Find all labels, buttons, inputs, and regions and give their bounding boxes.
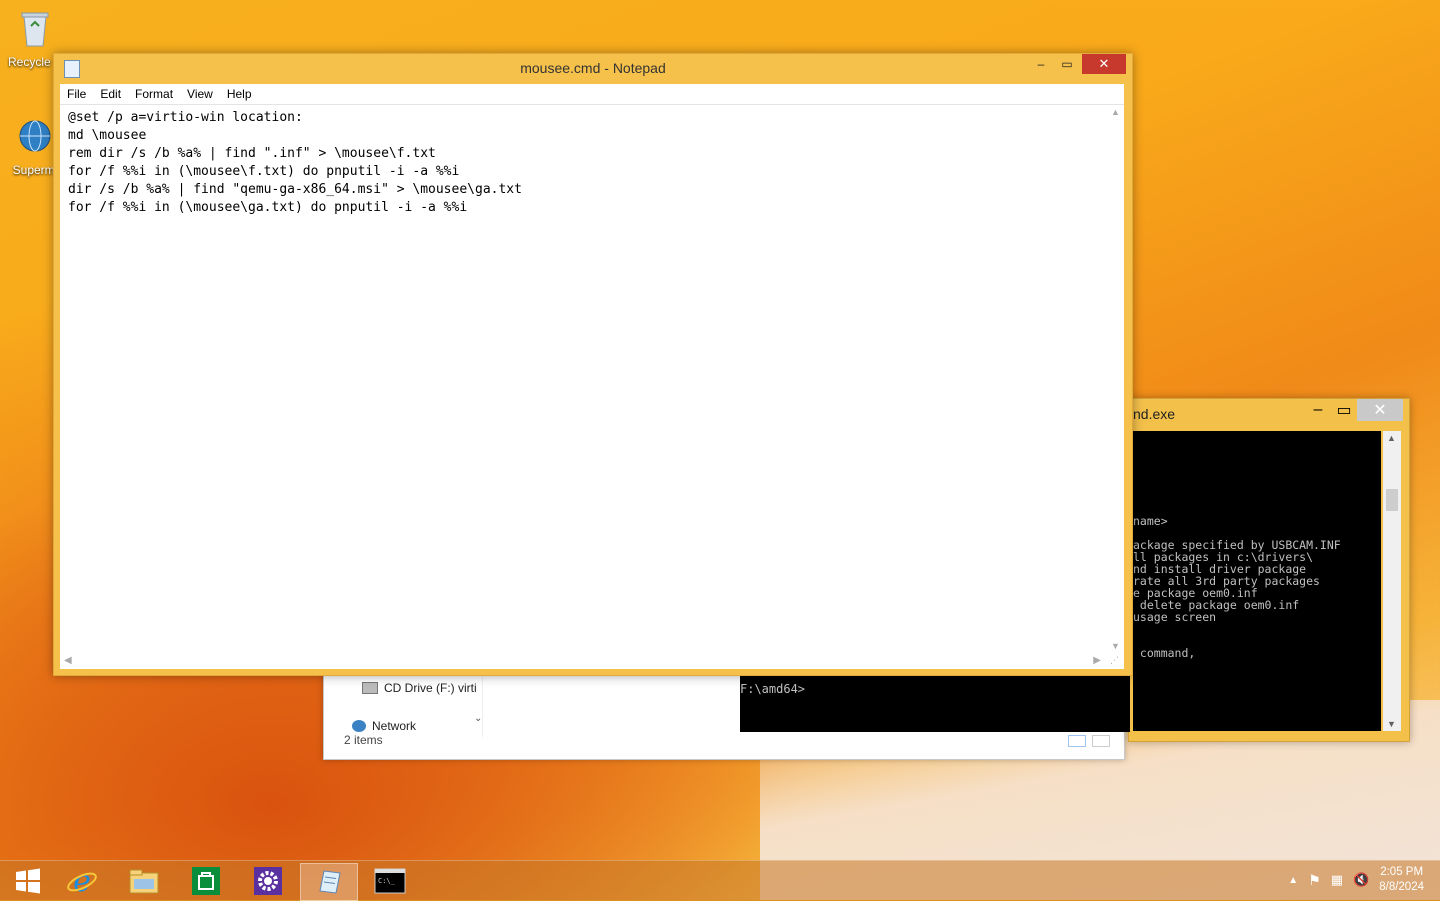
svg-text:C:\_: C:\_ — [378, 877, 396, 885]
start-button[interactable] — [0, 863, 56, 899]
notepad-icon — [319, 870, 341, 894]
maximize-icon: ▭ — [1336, 402, 1352, 419]
scroll-down-icon[interactable]: ▼ — [1387, 719, 1396, 729]
store-icon — [192, 867, 220, 895]
close-button[interactable]: ✕ — [1082, 54, 1126, 74]
console-line: command, — [1133, 646, 1196, 660]
console-output-lower[interactable]: F:\amd64> — [740, 674, 1130, 732]
taskbar-notepad[interactable] — [300, 863, 358, 901]
folder-icon — [129, 869, 159, 894]
maximize-button[interactable]: ▭ — [1331, 399, 1357, 421]
flag-icon[interactable]: ⚑ — [1308, 872, 1321, 889]
close-button[interactable]: ✕ — [1357, 399, 1403, 421]
menu-format[interactable]: Format — [128, 87, 180, 101]
minimize-icon: – — [1313, 401, 1323, 418]
windows-logo-icon — [16, 868, 40, 894]
window-title: mousee.cmd - Notepad — [520, 60, 666, 76]
system-tray: ▲ ⚑ ▦ 🔇 2:05 PM 8/8/2024 — [1288, 865, 1424, 895]
network-tray-icon[interactable]: ▦ — [1331, 872, 1343, 888]
editor-content[interactable]: @set /p a=virtio-win location: md \mouse… — [68, 109, 522, 217]
notepad-window[interactable]: mousee.cmd - Notepad – ▭ ✕ File Edit For… — [53, 53, 1133, 676]
maximize-button[interactable]: ▭ — [1054, 54, 1080, 74]
scroll-up-icon[interactable]: ▲ — [1111, 107, 1120, 117]
console-line: usage screen — [1133, 610, 1217, 624]
text-editor[interactable]: @set /p a=virtio-win location: md \mouse… — [60, 104, 1124, 669]
network-icon — [352, 720, 366, 732]
taskbar-internet-explorer[interactable]: e — [54, 863, 110, 899]
scroll-left-icon[interactable]: ◀ — [64, 655, 72, 666]
volume-muted-icon[interactable]: 🔇 — [1353, 872, 1369, 888]
window-title: nd.exe — [1133, 406, 1176, 422]
clock-time: 2:05 PM — [1380, 866, 1424, 878]
minimize-icon: – — [1037, 57, 1045, 71]
globe-icon — [19, 120, 51, 152]
close-icon: ✕ — [1373, 402, 1387, 419]
chevron-down-icon[interactable]: ⌄ — [474, 713, 482, 724]
gear-icon — [254, 867, 282, 895]
details-view-icon[interactable] — [1068, 735, 1086, 747]
horizontal-scrollbar[interactable]: ◀ ▶ — [60, 653, 1107, 669]
menu-help[interactable]: Help — [220, 87, 259, 101]
internet-explorer-icon: e — [67, 865, 97, 897]
command-prompt-window[interactable]: nd.exe – ▭ ✕ name> ackage specified by U… — [1128, 398, 1410, 742]
view-toggle[interactable] — [1068, 735, 1110, 747]
taskbar: e C:\_ ▲ ⚑ ▦ 🔇 2:05 PM 8/8/2024 — [0, 860, 1440, 901]
minimize-button[interactable]: – — [1305, 399, 1331, 421]
menu-edit[interactable]: Edit — [93, 87, 128, 101]
command-prompt-icon: C:\_ — [374, 868, 406, 894]
resize-grip-icon[interactable]: ⋰ — [1110, 655, 1122, 667]
close-icon: ✕ — [1098, 56, 1110, 71]
nav-item-label: Network — [372, 719, 417, 733]
taskbar-command-prompt[interactable]: C:\_ — [362, 863, 418, 899]
clock[interactable]: 2:05 PM 8/8/2024 — [1379, 865, 1424, 895]
minimize-button[interactable]: – — [1028, 54, 1054, 74]
scroll-down-icon[interactable]: ▼ — [1111, 641, 1120, 651]
navigation-pane[interactable]: CD Drive (F:) virti Network — [332, 677, 483, 737]
clock-date: 8/8/2024 — [1379, 881, 1424, 893]
taskbar-control-panel[interactable] — [240, 863, 296, 899]
show-hidden-icons-icon[interactable]: ▲ — [1288, 875, 1298, 886]
console-prompt: F:\amd64> — [740, 682, 806, 696]
taskbar-store[interactable] — [178, 863, 234, 899]
console-line: name> — [1133, 514, 1168, 528]
console-scrollbar[interactable]: ▲ ▼ — [1383, 431, 1401, 731]
scroll-right-icon[interactable]: ▶ — [1093, 655, 1101, 666]
tiles-view-icon[interactable] — [1092, 735, 1110, 747]
scrollbar-thumb[interactable] — [1386, 489, 1398, 511]
menu-view[interactable]: View — [180, 87, 220, 101]
vertical-scrollbar[interactable]: ▲ ▼ — [1107, 105, 1124, 653]
svg-text:e: e — [73, 865, 91, 897]
cd-drive-icon — [362, 682, 378, 694]
scroll-up-icon[interactable]: ▲ — [1387, 433, 1396, 443]
nav-item-cd-drive[interactable]: CD Drive (F:) virti — [362, 681, 477, 695]
status-bar-text: 2 items — [344, 733, 383, 747]
taskbar-file-explorer[interactable] — [116, 863, 172, 899]
menu-bar: File Edit Format View Help — [60, 84, 1124, 104]
nav-item-label: CD Drive (F:) virti — [384, 681, 477, 695]
recycle-bin-icon — [21, 12, 49, 47]
maximize-icon: ▭ — [1061, 57, 1073, 71]
menu-file[interactable]: File — [60, 87, 93, 101]
console-output[interactable]: name> ackage specified by USBCAM.INF ll … — [1133, 431, 1381, 731]
nav-item-network[interactable]: Network — [352, 719, 416, 733]
